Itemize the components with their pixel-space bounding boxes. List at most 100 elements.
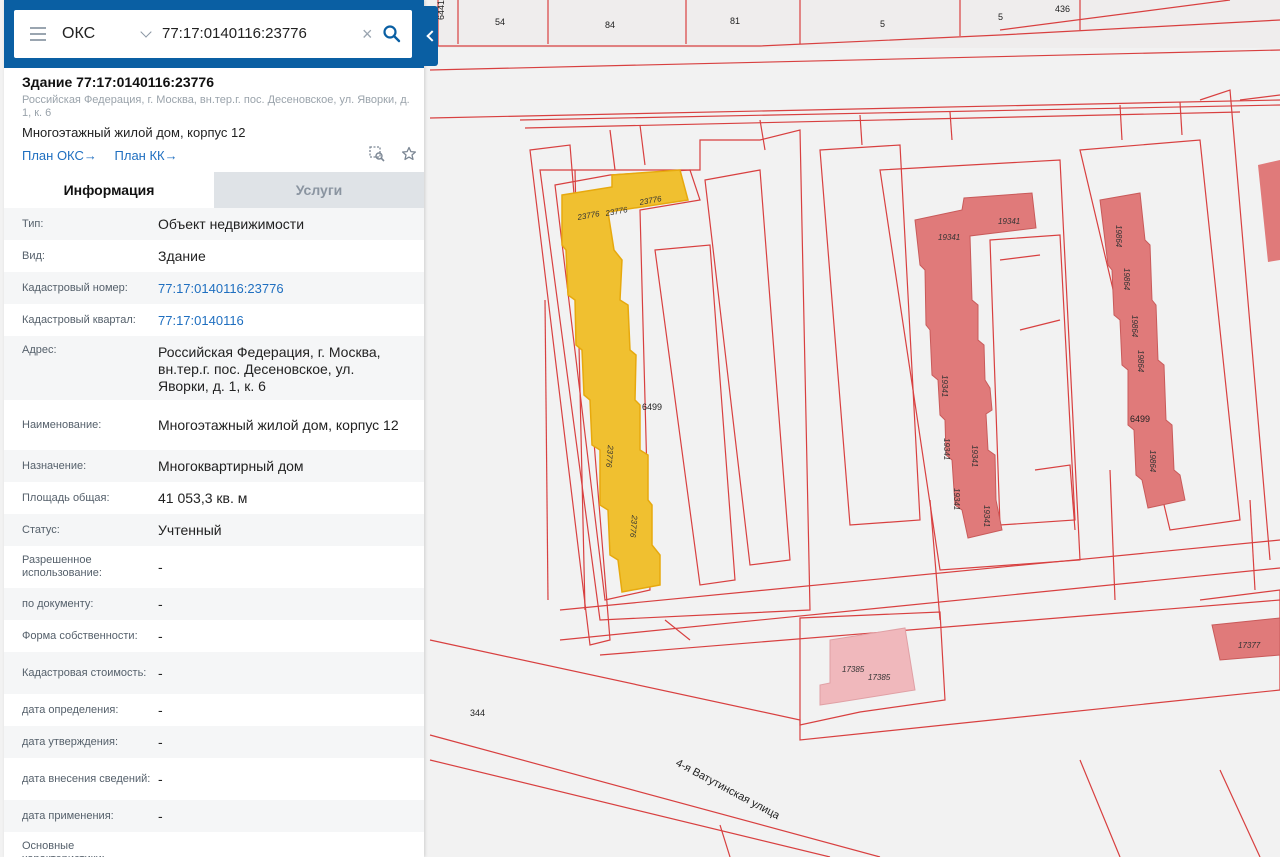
object-address: Российская Федерация, г. Москва, вн.тер.…: [22, 94, 410, 119]
tab-info[interactable]: Информация: [4, 172, 214, 208]
plan-oks-label: План ОКС: [22, 148, 84, 163]
star-icon[interactable]: [401, 146, 417, 167]
object-actions: [357, 146, 417, 167]
row-value: Многоквартирный дом: [158, 457, 304, 474]
building-label: 19864: [1148, 450, 1157, 473]
menu-icon[interactable]: [30, 27, 46, 41]
row-value: Многоэтажный жилой дом, корпус 12: [158, 416, 399, 433]
row-label: дата внесения сведений:: [22, 772, 151, 785]
row-value: Объект недвижимости: [158, 215, 305, 232]
building-label: 19864: [1114, 225, 1123, 248]
building-label: 19864: [1122, 268, 1131, 291]
row-label: Площадь общая:: [22, 491, 110, 504]
table-row: Кадастровый квартал: 77:17:0140116: [4, 304, 424, 336]
table-row: дата определения: -: [4, 694, 424, 726]
tab-services[interactable]: Услуги: [214, 172, 424, 208]
building-label: 17377: [1238, 641, 1261, 650]
table-row: Вид: Здание: [4, 240, 424, 272]
table-row: Тип: Объект недвижимости: [4, 208, 424, 240]
object-header: Здание 77:17:0140116:23776 Российская Фе…: [22, 72, 417, 165]
plan-kk-label: План КК: [114, 148, 165, 163]
cadastral-quarter-link[interactable]: 77:17:0140116: [158, 312, 408, 329]
table-row: дата внесения сведений: -: [4, 758, 424, 800]
building-label: 17385: [842, 665, 865, 674]
row-label: Разрешенное использование:: [22, 554, 102, 579]
row-label: Тип:: [22, 217, 44, 230]
plan-oks-link[interactable]: План ОКС→: [22, 148, 97, 163]
object-type-label: ОКС: [62, 25, 96, 42]
table-row: дата утверждения: -: [4, 726, 424, 758]
row-value: Здание: [158, 247, 206, 264]
row-value: -: [158, 807, 163, 824]
row-label: Форма собственности:: [22, 629, 138, 642]
building-label: 19341: [998, 217, 1020, 226]
row-label: Наименование:: [22, 418, 102, 431]
info-panel: ОКС 77:17:0140116:23776 × Здание 77:17:0…: [4, 0, 424, 857]
parcel-label: 344: [470, 708, 485, 718]
row-label: дата применения:: [22, 809, 114, 822]
search-input[interactable]: 77:17:0140116:23776: [162, 10, 362, 58]
row-value: -: [158, 770, 163, 787]
row-value: -: [158, 595, 163, 612]
parcel-label: 84: [605, 20, 615, 30]
row-value: -: [158, 558, 163, 575]
table-row: Адрес: Российская Федерация, г. Москва, в…: [4, 336, 424, 400]
parcel-label: 6499: [642, 402, 662, 412]
object-name: Многоэтажный жилой дом, корпус 12: [22, 125, 246, 140]
building-label: 19341: [942, 438, 951, 460]
object-type-select[interactable]: ОКС: [62, 10, 158, 58]
row-label: Основные характеристики:: [22, 840, 105, 857]
table-row: по документу: -: [4, 588, 424, 620]
building-label: 19341: [938, 233, 960, 242]
search-box: ОКС 77:17:0140116:23776 ×: [14, 10, 412, 58]
cadastral-number-link[interactable]: 77:17:0140116:23776: [158, 280, 408, 297]
table-row: Кадастровый номер: 77:17:0140116:23776: [4, 272, 424, 304]
parcel-label: 5: [998, 12, 1003, 22]
row-label: Назначение:: [22, 459, 87, 472]
row-label: дата утверждения:: [22, 735, 119, 748]
row-label: дата определения:: [22, 703, 119, 716]
zoom-to-object-icon[interactable]: [368, 146, 385, 167]
parcel-label: 81: [730, 16, 740, 26]
table-row: Разрешенное использование: -: [4, 546, 424, 588]
table-row: Кадастровая стоимость: -: [4, 652, 424, 694]
object-title: Здание 77:17:0140116:23776: [22, 74, 214, 90]
row-label: Кадастровая стоимость:: [22, 666, 147, 679]
table-row: Форма собственности: -: [4, 620, 424, 652]
row-value: Учтенный: [158, 521, 222, 538]
chevron-down-icon: [140, 26, 152, 38]
search-icon[interactable]: [382, 24, 402, 44]
row-label: Адрес:: [22, 344, 57, 356]
arrow-right-icon: →: [164, 148, 178, 163]
building-label: 19864: [1130, 315, 1139, 338]
row-value: -: [158, 701, 163, 718]
table-row: Площадь общая: 41 053,3 кв. м: [4, 482, 424, 514]
row-label: Вид:: [22, 249, 45, 262]
parcel-label: 436: [1055, 4, 1070, 14]
row-label: по документу:: [22, 597, 94, 610]
row-value: -: [158, 627, 163, 644]
table-row: дата применения: -: [4, 800, 424, 832]
info-table: Тип: Объект недвижимости Вид: Здание Кадас…: [4, 208, 424, 857]
building-label: 19341: [952, 488, 961, 510]
table-row: Статус: Учтенный: [4, 514, 424, 546]
table-row: Наименование: Многоэтажный жилой дом, кор…: [4, 400, 424, 450]
table-row: Назначение: Многоквартирный дом: [4, 450, 424, 482]
collapse-panel-button[interactable]: [424, 6, 438, 66]
building-17377: [1211, 617, 1280, 661]
building-label: 19341: [982, 505, 991, 527]
parcel-label: 5: [880, 19, 885, 29]
tab-bar: Информация Услуги: [4, 172, 424, 208]
building-label: 19341: [940, 375, 949, 397]
row-value: -: [158, 733, 163, 750]
row-value: 41 053,3 кв. м: [158, 489, 248, 506]
building-label: 17385: [868, 673, 891, 682]
close-icon[interactable]: ×: [362, 24, 373, 45]
row-label: Кадастровый номер:: [22, 281, 128, 294]
row-label: Статус:: [22, 523, 60, 536]
plan-kk-link[interactable]: План КК→: [115, 148, 178, 163]
parcel-label: 6499: [1130, 414, 1150, 424]
building-label: 19864: [1136, 350, 1145, 373]
arrow-right-icon: →: [83, 148, 97, 163]
row-value: -: [158, 664, 163, 681]
